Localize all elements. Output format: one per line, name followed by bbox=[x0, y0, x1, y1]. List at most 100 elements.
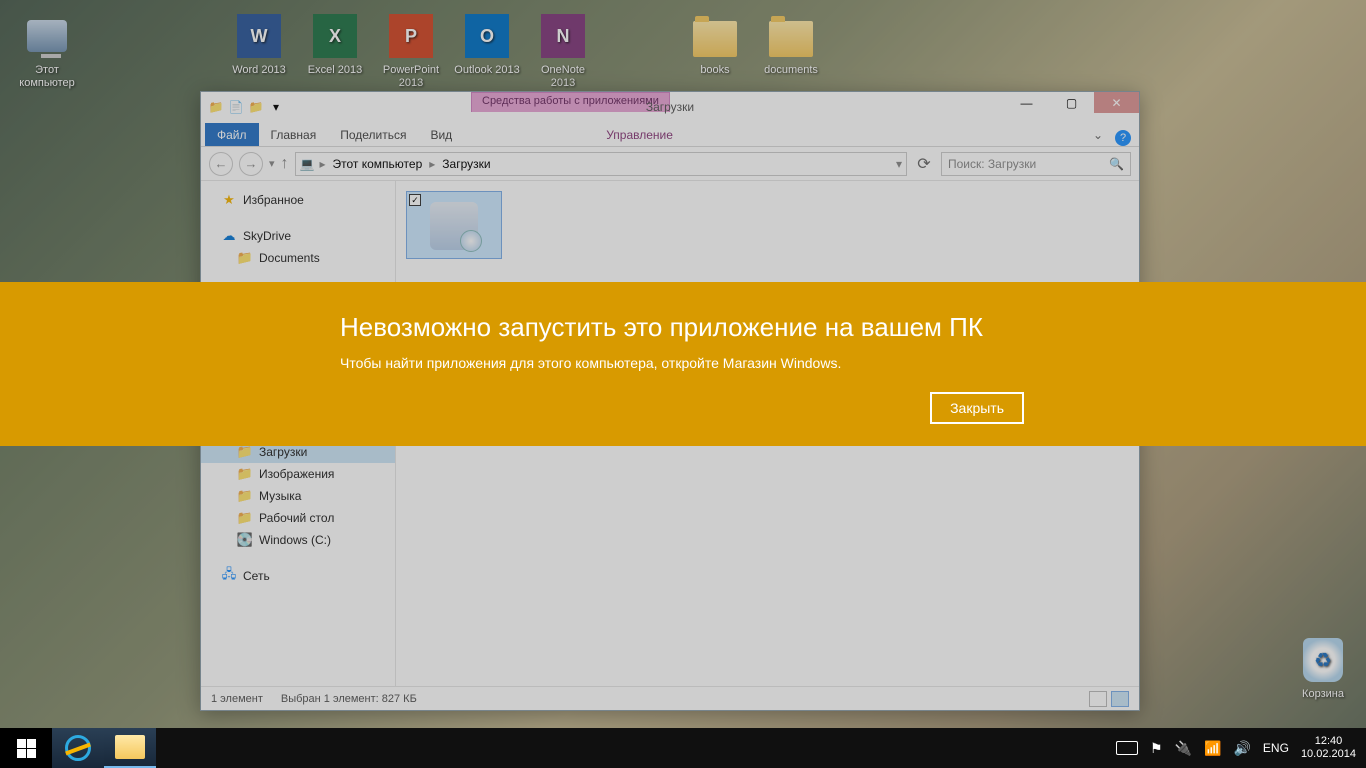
clock[interactable]: 12:40 10.02.2014 bbox=[1301, 735, 1356, 761]
search-input[interactable]: Поиск: Загрузки 🔍 bbox=[941, 152, 1131, 176]
nav-favorites[interactable]: ★Избранное bbox=[201, 189, 395, 211]
checkbox-checked-icon[interactable]: ✓ bbox=[409, 194, 421, 206]
volume-icon[interactable]: 🔊 bbox=[1233, 740, 1250, 757]
powerpoint-icon: P bbox=[389, 14, 433, 58]
folder-icon: 📁 bbox=[237, 466, 253, 482]
address-bar: ← → ▾ ↑ 💻 ▸ Этот компьютер ▸ Загрузки ▾ … bbox=[201, 147, 1139, 181]
clock-date: 10.02.2014 bbox=[1301, 748, 1356, 761]
address-input[interactable]: 💻 ▸ Этот компьютер ▸ Загрузки ▾ bbox=[295, 152, 907, 176]
desktop-icon-label: Word 2013 bbox=[224, 64, 294, 77]
ribbon-tabs: Файл Главная Поделиться Вид Управление ⌄… bbox=[201, 122, 1139, 147]
nav-music[interactable]: 📁Музыка bbox=[201, 485, 395, 507]
folder-icon bbox=[693, 21, 737, 57]
desktop-icon-this-pc[interactable]: Этот компьютер bbox=[12, 12, 82, 90]
desktop-icon-excel[interactable]: X Excel 2013 bbox=[300, 12, 370, 77]
recent-locations-icon[interactable]: ▾ bbox=[269, 157, 275, 170]
forward-button[interactable]: → bbox=[239, 152, 263, 176]
folder-icon bbox=[769, 21, 813, 57]
view-icons-button[interactable] bbox=[1111, 691, 1129, 707]
tab-manage[interactable]: Управление bbox=[594, 123, 685, 146]
star-icon: ★ bbox=[221, 192, 237, 208]
nav-desktop[interactable]: 📁Рабочий стол bbox=[201, 507, 395, 529]
network-icon: 🖧 bbox=[221, 568, 237, 584]
error-message: Чтобы найти приложения для этого компьют… bbox=[340, 355, 1026, 371]
help-icon[interactable]: ? bbox=[1115, 130, 1131, 146]
tab-view[interactable]: Вид bbox=[418, 123, 464, 146]
folder-icon: 📁 bbox=[237, 488, 253, 504]
maximize-button[interactable]: ▢ bbox=[1049, 92, 1094, 113]
folder-icon: 📁 bbox=[237, 444, 253, 460]
up-button[interactable]: ↑ bbox=[281, 155, 289, 173]
taskbar-ie[interactable] bbox=[52, 728, 104, 768]
properties-icon[interactable]: 📄 bbox=[227, 98, 245, 116]
folder-icon bbox=[115, 735, 145, 759]
breadcrumb-segment[interactable]: Этот компьютер bbox=[331, 155, 425, 173]
clock-time: 12:40 bbox=[1301, 735, 1356, 748]
close-button[interactable]: ✕ bbox=[1094, 92, 1139, 113]
desktop-icon-powerpoint[interactable]: P PowerPoint 2013 bbox=[376, 12, 446, 90]
desktop-icon-label: books bbox=[680, 64, 750, 77]
tab-home[interactable]: Главная bbox=[259, 123, 329, 146]
onenote-icon: N bbox=[541, 14, 585, 58]
nav-skydrive[interactable]: ☁SkyDrive bbox=[201, 225, 395, 247]
file-item-installer[interactable]: ✓ bbox=[406, 191, 502, 259]
close-button[interactable]: Закрыть bbox=[930, 392, 1024, 424]
status-item-count: 1 элемент bbox=[211, 693, 263, 705]
tab-share[interactable]: Поделиться bbox=[328, 123, 418, 146]
search-icon: 🔍 bbox=[1109, 157, 1124, 171]
network-icon[interactable]: 📶 bbox=[1204, 740, 1221, 757]
touch-keyboard-icon[interactable] bbox=[1116, 741, 1138, 755]
window-title: Загрузки bbox=[201, 100, 1139, 114]
desktop-icon-outlook[interactable]: O Outlook 2013 bbox=[452, 12, 522, 77]
taskbar: ⚑ 🔌 📶 🔊 ENG 12:40 10.02.2014 bbox=[0, 728, 1366, 768]
folder-icon: 📁 bbox=[237, 510, 253, 526]
nav-skydrive-documents[interactable]: 📁Documents bbox=[201, 247, 395, 269]
power-icon[interactable]: 🔌 bbox=[1175, 740, 1192, 757]
recycle-bin-icon bbox=[1303, 638, 1343, 682]
desktop-icon-label: Excel 2013 bbox=[300, 64, 370, 77]
flag-icon[interactable]: ⚑ bbox=[1150, 740, 1163, 757]
start-button[interactable] bbox=[0, 728, 52, 768]
desktop-icon-label: Этот компьютер bbox=[12, 64, 82, 90]
refresh-button[interactable]: ⟳ bbox=[913, 153, 935, 175]
nav-network[interactable]: 🖧Сеть bbox=[201, 565, 395, 587]
new-folder-icon[interactable]: 📁 bbox=[247, 98, 265, 116]
ribbon-expand-icon[interactable]: ⌄ bbox=[1085, 124, 1111, 146]
desktop-icon-onenote[interactable]: N OneNote 2013 bbox=[528, 12, 598, 90]
windows-logo-icon bbox=[17, 739, 36, 758]
desktop-icon-label: Корзина bbox=[1288, 688, 1358, 701]
minimize-button[interactable]: — bbox=[1004, 92, 1049, 113]
view-details-button[interactable] bbox=[1089, 691, 1107, 707]
language-indicator[interactable]: ENG bbox=[1263, 741, 1289, 755]
error-banner: Невозможно запустить это приложение на в… bbox=[0, 282, 1366, 446]
tab-file[interactable]: Файл bbox=[205, 123, 259, 146]
taskbar-file-explorer[interactable] bbox=[104, 728, 156, 768]
error-title: Невозможно запустить это приложение на в… bbox=[340, 312, 1026, 343]
computer-icon bbox=[27, 20, 67, 52]
search-placeholder: Поиск: Загрузки bbox=[948, 157, 1036, 171]
desktop-icon-recycle-bin[interactable]: Корзина bbox=[1288, 636, 1358, 701]
desktop-icon-label: Outlook 2013 bbox=[452, 64, 522, 77]
desktop-icon-books[interactable]: books bbox=[680, 12, 750, 77]
desktop-icon-word[interactable]: W Word 2013 bbox=[224, 12, 294, 77]
desktop-icon-label: PowerPoint 2013 bbox=[376, 64, 446, 90]
breadcrumb-separator: ▸ bbox=[316, 157, 328, 171]
folder-icon[interactable]: 📁 bbox=[207, 98, 225, 116]
back-button[interactable]: ← bbox=[209, 152, 233, 176]
breadcrumb-separator: ▸ bbox=[426, 157, 438, 171]
nav-drive-c[interactable]: 💽Windows (C:) bbox=[201, 529, 395, 551]
cloud-icon: ☁ bbox=[221, 228, 237, 244]
chevron-down-icon[interactable]: ▾ bbox=[267, 98, 285, 116]
desktop-icon-label: OneNote 2013 bbox=[528, 64, 598, 90]
titlebar[interactable]: 📁 📄 📁 ▾ Средства работы с приложениями З… bbox=[201, 92, 1139, 122]
status-bar: 1 элемент Выбран 1 элемент: 827 КБ bbox=[201, 686, 1139, 710]
installer-icon bbox=[430, 202, 478, 250]
drive-icon: 💽 bbox=[237, 532, 253, 548]
nav-pictures[interactable]: 📁Изображения bbox=[201, 463, 395, 485]
ie-icon bbox=[65, 735, 91, 761]
breadcrumb-segment[interactable]: Загрузки bbox=[440, 155, 492, 173]
chevron-down-icon[interactable]: ▾ bbox=[896, 157, 902, 171]
desktop-icon-documents[interactable]: documents bbox=[756, 12, 826, 77]
contextual-tab-label: Средства работы с приложениями bbox=[471, 92, 670, 112]
word-icon: W bbox=[237, 14, 281, 58]
